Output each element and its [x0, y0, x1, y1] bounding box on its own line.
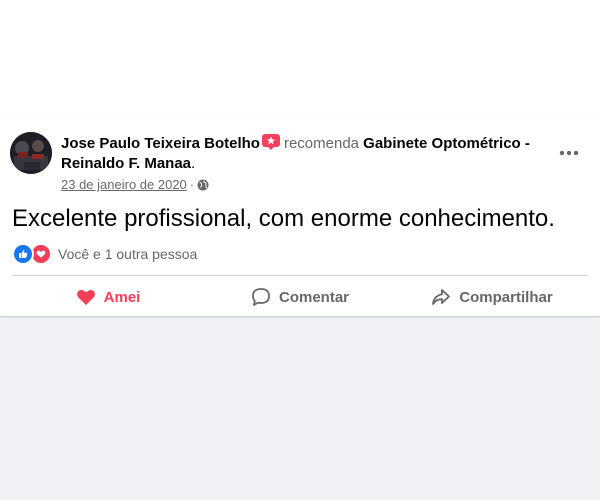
globe-icon	[197, 179, 209, 191]
author-name[interactable]: Jose Paulo Teixeira Botelho	[61, 135, 260, 152]
page-background-top	[0, 0, 600, 120]
share-button-label: Compartilhar	[459, 288, 553, 306]
more-options-icon[interactable]	[558, 142, 580, 164]
post-meta: 23 de janeiro de 2020 ·	[61, 177, 209, 192]
post-date[interactable]: 23 de janeiro de 2020	[61, 177, 187, 192]
action-bar: Amei Comentar Compartilhar	[12, 280, 588, 314]
recommend-verb: recomenda	[283, 135, 359, 152]
share-icon	[432, 289, 451, 305]
post-body-text: Excelente profissional, com enorme conhe…	[12, 205, 555, 232]
reaction-summary[interactable]: Você e 1 outra pessoa	[12, 243, 197, 265]
header-period: .	[191, 155, 196, 172]
love-button-label: Amei	[103, 288, 141, 306]
author-avatar[interactable]	[10, 132, 52, 174]
comment-icon	[252, 288, 270, 306]
action-divider	[12, 275, 588, 276]
reaction-count-text: Você e 1 outra pessoa	[58, 246, 198, 262]
heart-icon	[76, 289, 95, 305]
love-button[interactable]: Amei	[12, 280, 204, 314]
reaction-icons	[12, 243, 52, 265]
share-button[interactable]: Compartilhar	[396, 280, 588, 314]
recommend-badge-icon	[261, 134, 280, 150]
meta-separator: ·	[189, 177, 195, 192]
comment-button[interactable]: Comentar	[204, 280, 396, 314]
comment-button-label: Comentar	[278, 288, 349, 306]
like-icon	[12, 243, 34, 265]
post-header: Jose Paulo Teixeira Botelho recomenda Gab…	[61, 134, 551, 174]
recommendation-post-card: Jose Paulo Teixeira Botelho recomenda Gab…	[0, 120, 600, 316]
